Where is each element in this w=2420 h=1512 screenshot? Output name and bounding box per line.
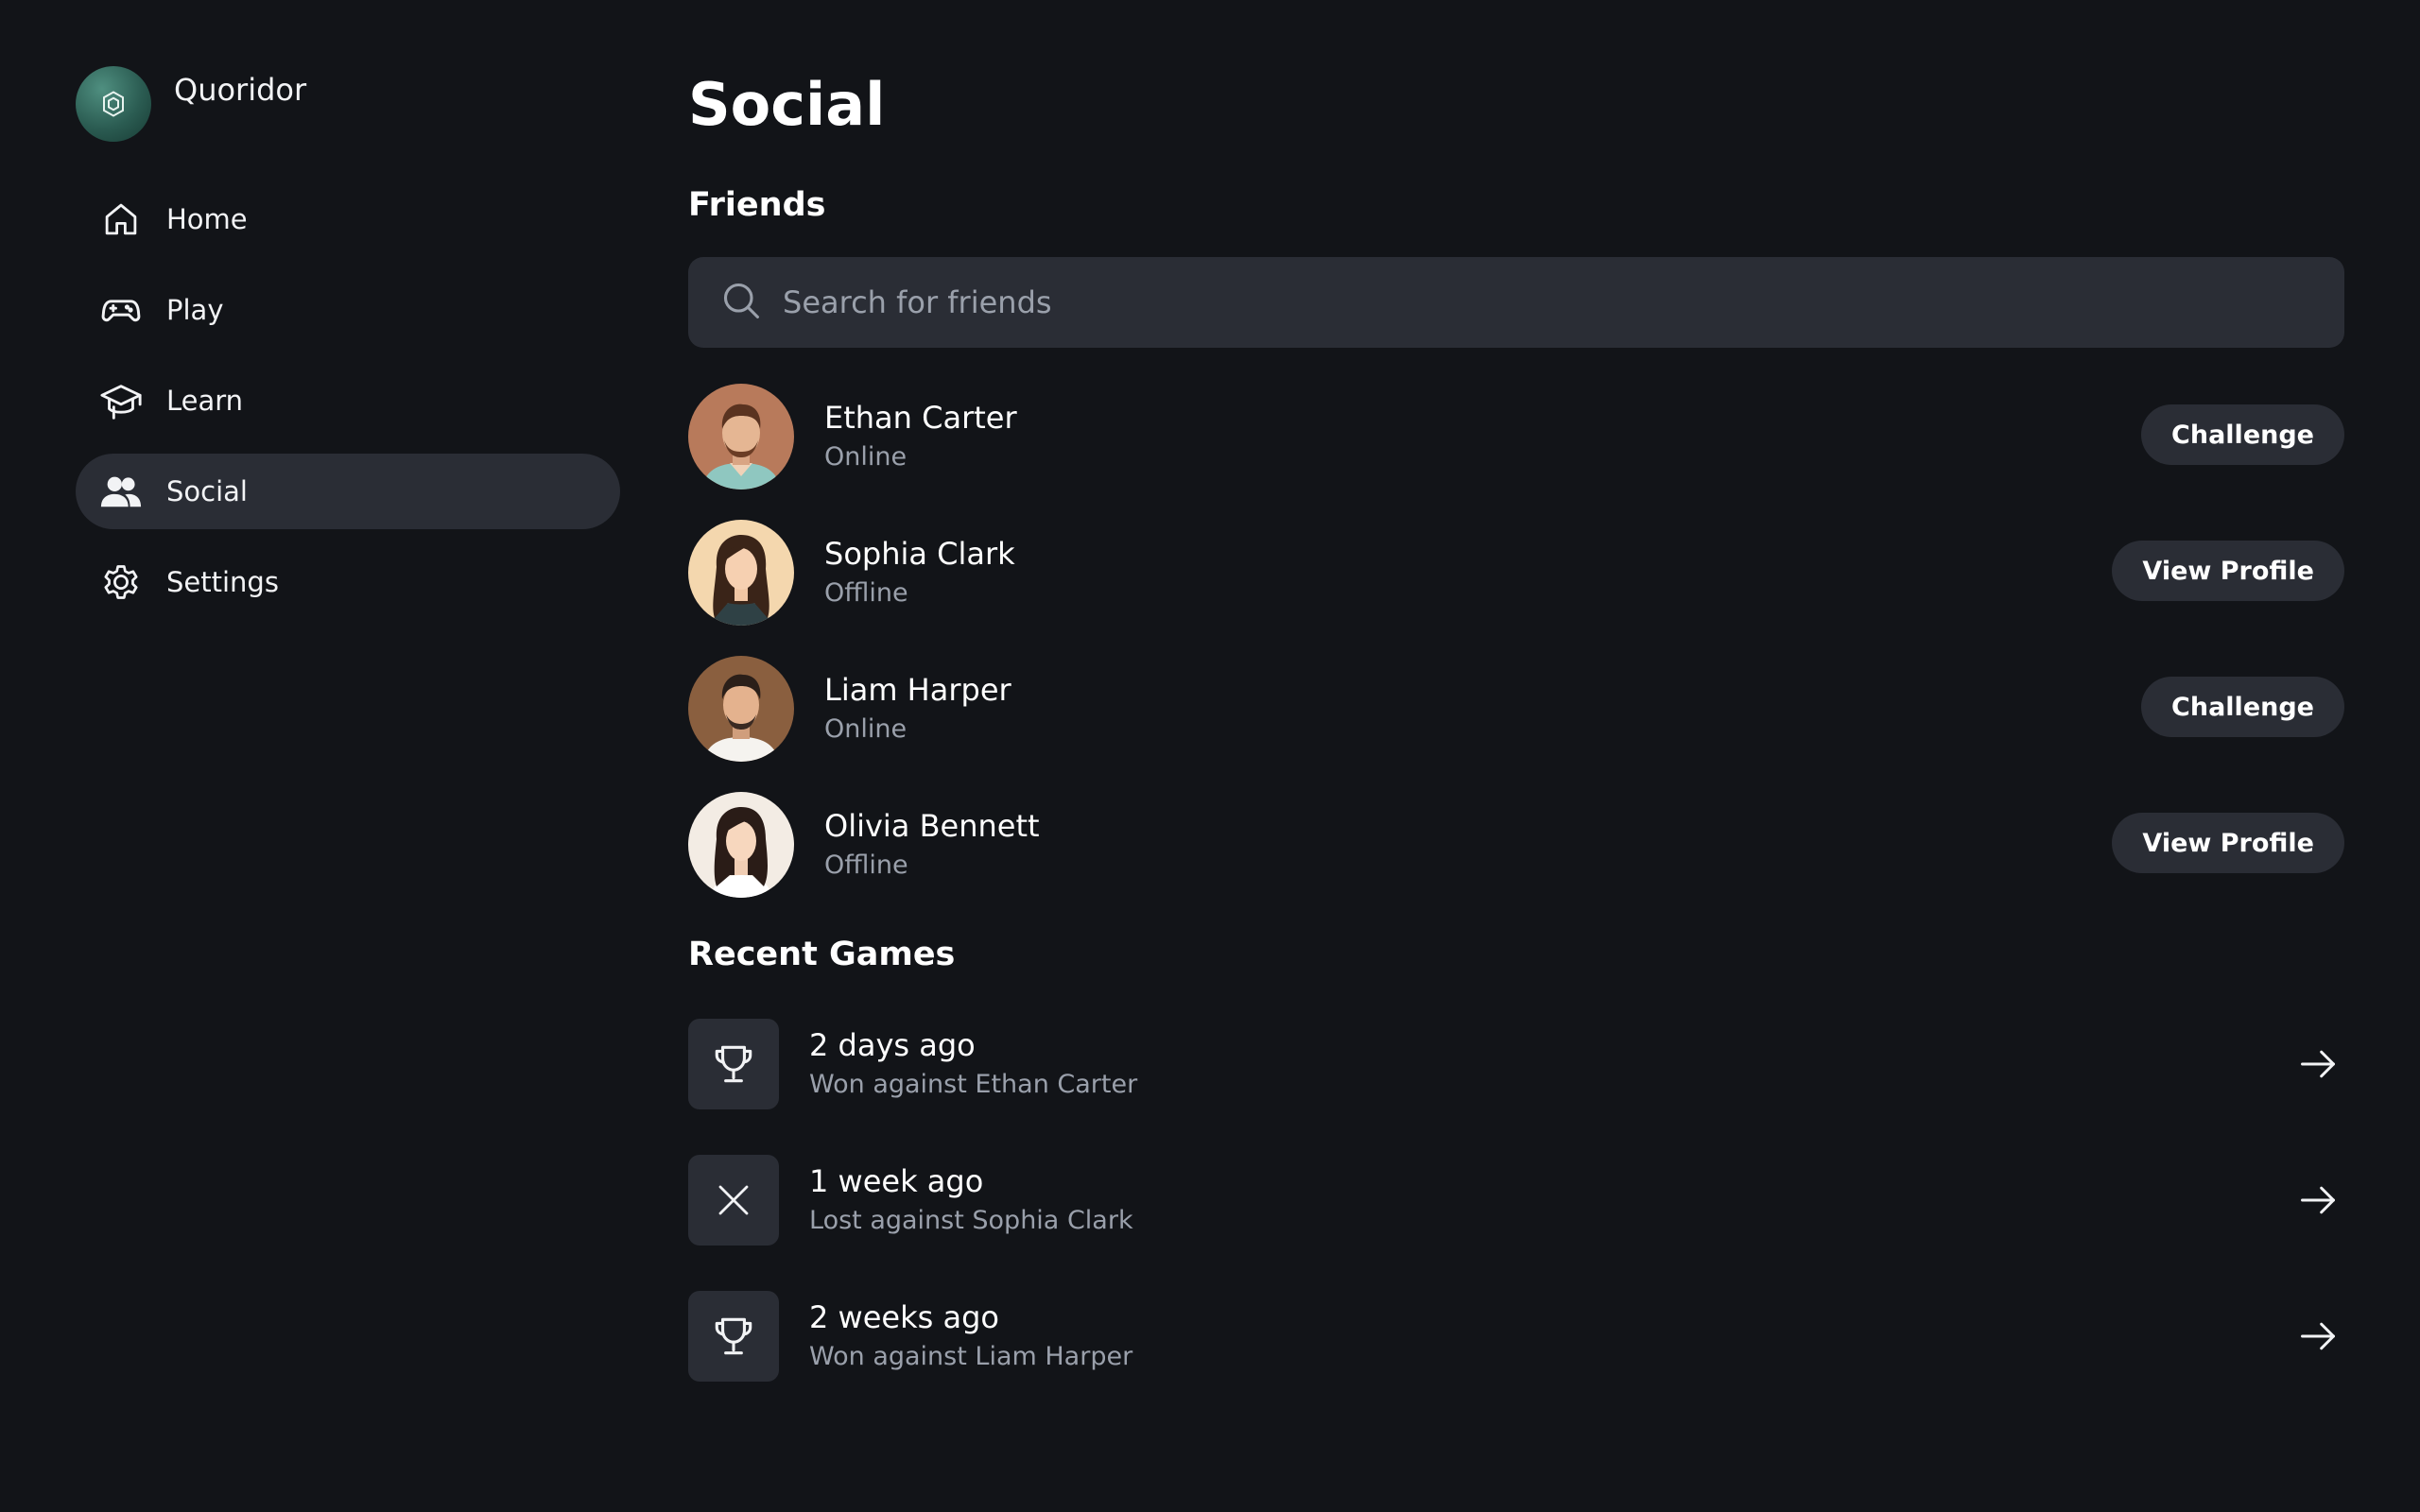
friend-list: Ethan Carter Online Challenge Sophia Cla… (688, 384, 2344, 898)
sidebar-item-label: Play (166, 294, 224, 326)
friend-status: Online (824, 442, 908, 472)
cube-logo-icon (76, 66, 151, 142)
arrow-right-icon[interactable] (2291, 1174, 2344, 1227)
sidebar-item-label: Social (166, 475, 248, 507)
game-result: Lost against Sophia Clark (809, 1206, 1133, 1235)
challenge-button[interactable]: Challenge (2141, 404, 2344, 465)
sidebar-item-play[interactable]: Play (76, 272, 620, 348)
sidebar-item-social[interactable]: Social (76, 454, 620, 529)
game-row[interactable]: 2 weeks ago Won against Liam Harper (688, 1291, 2344, 1382)
friend-status: Online (824, 714, 908, 744)
avatar[interactable] (688, 792, 794, 898)
friend-row: Liam Harper Online Challenge (688, 656, 2344, 762)
recent-games-title: Recent Games (688, 936, 956, 973)
game-row[interactable]: 2 days ago Won against Ethan Carter (688, 1019, 2344, 1109)
app-title: Quoridor (174, 72, 307, 108)
game-info: 1 week ago Lost against Sophia Clark (809, 1160, 1133, 1240)
sidebar-item-label: Learn (166, 385, 244, 417)
avatar[interactable] (688, 384, 794, 490)
game-result: Won against Liam Harper (809, 1342, 1133, 1371)
sidebar-item-home[interactable]: Home (76, 181, 620, 257)
page-title: Social (688, 70, 886, 139)
game-result: Won against Ethan Carter (809, 1070, 1138, 1099)
sidebar-item-label: Settings (166, 566, 279, 598)
sidebar-item-settings[interactable]: Settings (76, 544, 620, 620)
friend-status: Offline (824, 850, 908, 880)
avatar[interactable] (688, 520, 794, 626)
users-icon (98, 469, 144, 514)
friends-section-title: Friends (688, 186, 826, 224)
friend-name: Ethan Carter (824, 400, 1017, 436)
game-time: 1 week ago (809, 1163, 984, 1199)
close-icon (688, 1155, 779, 1246)
challenge-button[interactable]: Challenge (2141, 677, 2344, 737)
friend-name: Olivia Bennett (824, 808, 1040, 844)
trophy-icon (688, 1291, 779, 1382)
graduation-cap-icon (98, 378, 144, 423)
sidebar-item-label: Home (166, 203, 248, 235)
game-info: 2 days ago Won against Ethan Carter (809, 1024, 1137, 1104)
friend-info: Ethan Carter Online (824, 397, 1017, 476)
home-icon (98, 197, 144, 242)
recent-games-list: 2 days ago Won against Ethan Carter 1 we… (688, 1019, 2344, 1382)
sidebar-item-learn[interactable]: Learn (76, 363, 620, 438)
sidebar-nav: Home Play Learn Social Settings (76, 181, 620, 620)
friend-info: Sophia Clark Offline (824, 533, 1015, 612)
friend-row: Sophia Clark Offline View Profile (688, 520, 2344, 626)
arrow-right-icon[interactable] (2291, 1038, 2344, 1091)
game-info: 2 weeks ago Won against Liam Harper (809, 1297, 1132, 1376)
friend-name: Liam Harper (824, 672, 1011, 708)
arrow-right-icon[interactable] (2291, 1310, 2344, 1363)
friend-status: Offline (824, 578, 908, 608)
view-profile-button[interactable]: View Profile (2112, 813, 2344, 873)
game-time: 2 days ago (809, 1027, 976, 1063)
sidebar: Quoridor Home Play Learn Social Settings (76, 66, 620, 635)
search-input[interactable] (783, 284, 2344, 320)
friend-row: Olivia Bennett Offline View Profile (688, 792, 2344, 898)
main-content: Social Friends Search for friends Ethan … (688, 66, 2344, 1427)
friend-info: Olivia Bennett Offline (824, 805, 1040, 885)
avatar[interactable] (688, 656, 794, 762)
brand: Quoridor (76, 66, 620, 144)
app-window: Quoridor Home Play Learn Social Settings… (0, 0, 2420, 1512)
view-profile-button[interactable]: View Profile (2112, 541, 2344, 601)
friend-info: Liam Harper Online (824, 669, 1011, 748)
friend-row: Ethan Carter Online Challenge (688, 384, 2344, 490)
search-bar[interactable] (688, 257, 2344, 348)
gamepad-icon (98, 287, 144, 333)
search-icon (720, 280, 762, 325)
trophy-icon (688, 1019, 779, 1109)
game-row[interactable]: 1 week ago Lost against Sophia Clark (688, 1155, 2344, 1246)
gear-icon (98, 559, 144, 605)
friend-name: Sophia Clark (824, 536, 1015, 572)
game-time: 2 weeks ago (809, 1299, 999, 1335)
